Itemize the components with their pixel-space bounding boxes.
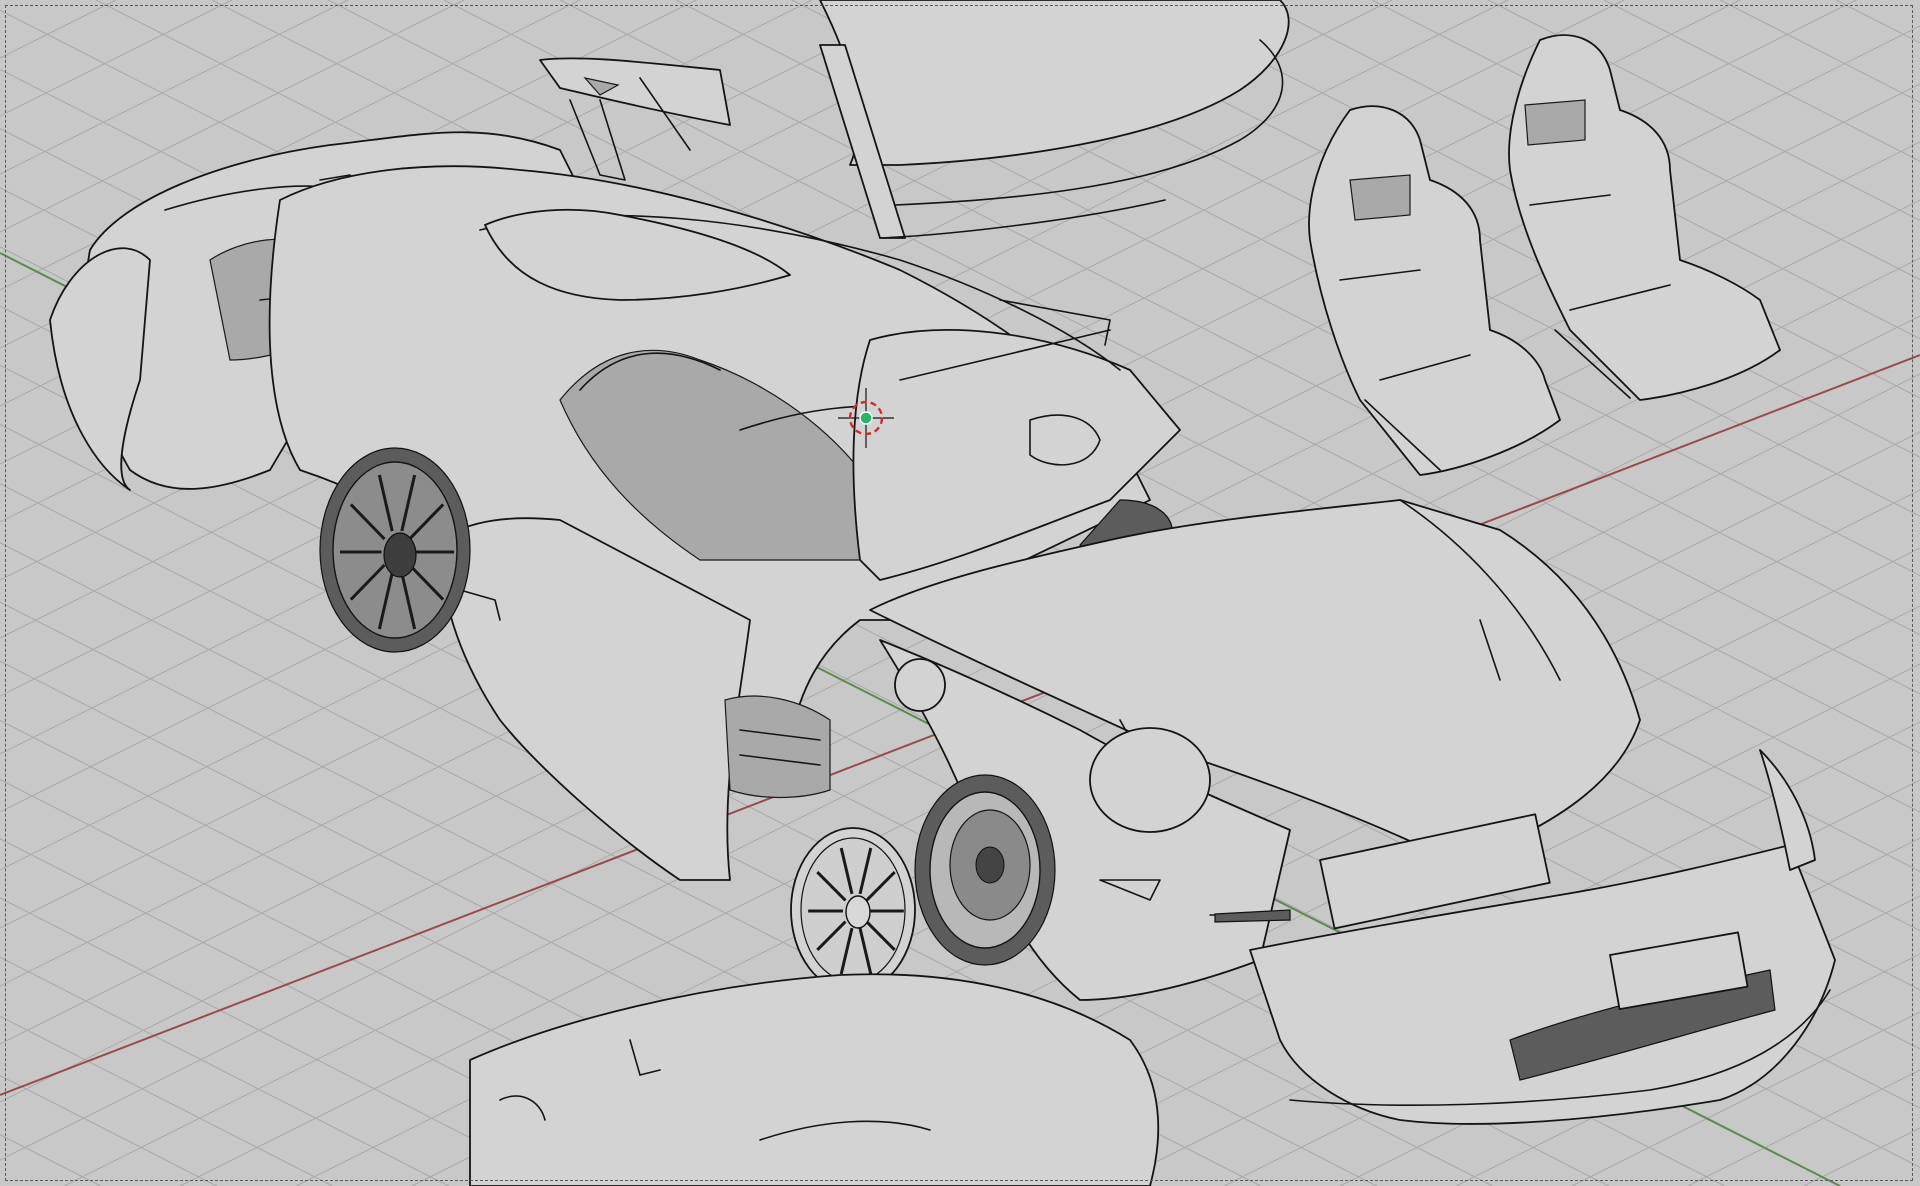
3d-viewport[interactable] (0, 0, 1920, 1186)
grid-line (1803, 1127, 1920, 1186)
lower-chassis[interactable] (469, 973, 1160, 1186)
detached-rim[interactable] (790, 827, 916, 993)
spoiler-wing[interactable] (539, 57, 731, 181)
rear-wheel[interactable] (319, 447, 471, 653)
front-wheel[interactable] (914, 774, 1056, 966)
viewport-canvas[interactable] (0, 0, 1920, 1186)
racing-seat-right[interactable] (1508, 34, 1781, 401)
grid-line (0, 1134, 101, 1186)
